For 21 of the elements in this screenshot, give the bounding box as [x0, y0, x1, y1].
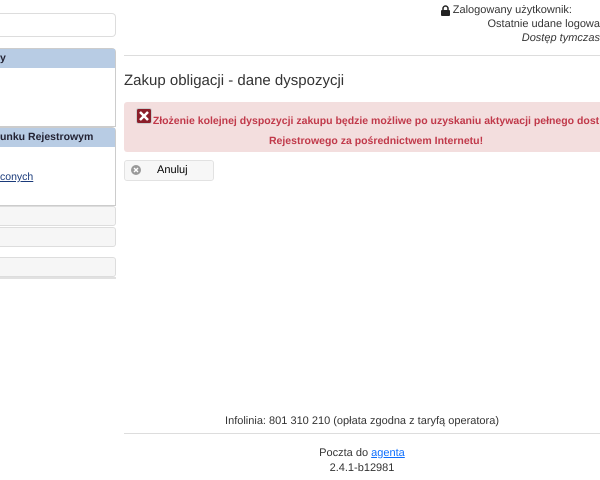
- alert-text: Złożenie kolejnej dyspozycji zakupu będzie możliwe po uzyskaniu aktywacji pełnego dost: [152, 114, 600, 128]
- error-icon: [136, 108, 152, 124]
- access-text: Dostęp tymczas: [520, 31, 600, 45]
- sidebar-link[interactable]: conych: [0, 171, 34, 183]
- cancel-button[interactable]: Anuluj: [124, 160, 214, 180]
- sidebar-box[interactable]: [0, 206, 116, 226]
- alert-text: Rejestrowego za pośrednictwem Internetu!: [268, 134, 484, 148]
- version-text: 2.4.1-b12981: [328, 461, 396, 476]
- sidebar-box[interactable]: [0, 257, 116, 277]
- mail-text: Poczta do agenta: [318, 446, 406, 461]
- hotline-text: Infolinia: 801 310 210 (opłata zgodna z taryfą operatora): [124, 412, 600, 434]
- sidebar-box[interactable]: [0, 227, 116, 247]
- page-title: Zakup obligacji - dane dyspozycji: [124, 71, 346, 91]
- search-field[interactable]: [0, 13, 116, 37]
- panel-header: unku Rejestrowym: [0, 128, 115, 147]
- lock-icon: [441, 4, 450, 16]
- close-icon: [131, 165, 141, 175]
- logged-in-label: Zalogowany użytkownik:: [452, 3, 572, 17]
- agent-link[interactable]: agenta: [371, 447, 405, 459]
- last-login-text: Ostatnie udane logowa: [486, 17, 600, 31]
- panel-header: y: [0, 49, 115, 68]
